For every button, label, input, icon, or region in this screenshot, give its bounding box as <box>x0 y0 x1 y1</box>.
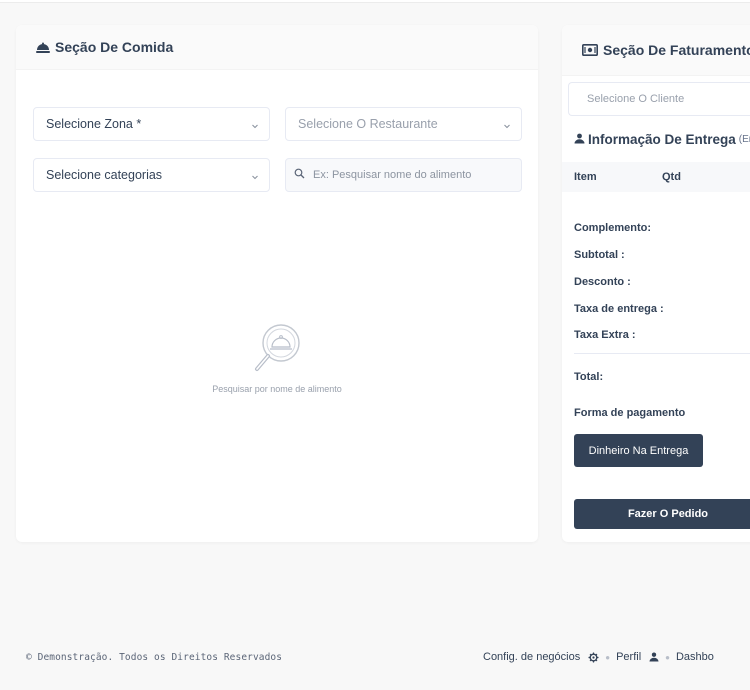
client-select-value: Selecione O Cliente <box>587 93 685 105</box>
summary-divider <box>574 353 750 354</box>
zone-select-value: Selecione Zona * <box>46 117 142 131</box>
food-section-title: Seção De Comida <box>36 39 173 55</box>
delivery-edit-note[interactable]: (En <box>739 134 750 145</box>
discount-label: Desconto : <box>574 276 631 288</box>
empty-state-text: Pesquisar por nome de alimento <box>212 384 342 394</box>
chevron-down-icon <box>251 119 259 133</box>
footer-copyright: © Demonstração. Todos os Direitos Reserv… <box>26 652 283 663</box>
food-section-card: Seção De Comida Selecione Zona * Selecio… <box>16 25 538 542</box>
total-label: Total: <box>574 371 604 383</box>
billing-section-title: Seção De Faturamento <box>582 42 750 58</box>
food-search-input[interactable]: Ex: Pesquisar nome do alimento <box>285 158 522 192</box>
footer-links: Config. de negócios ● Perfil ● Dashbo <box>483 649 714 665</box>
category-select[interactable]: Selecione categorias <box>33 158 270 192</box>
chevron-down-icon <box>251 170 259 184</box>
food-cloche-icon <box>36 41 50 54</box>
category-select-value: Selecione categorias <box>46 168 163 182</box>
food-section-header: Seção De Comida <box>16 25 538 70</box>
subtotal-label: Subtotal : <box>574 249 625 261</box>
footer-separator: ● <box>605 652 611 662</box>
chevron-down-icon <box>503 119 511 133</box>
column-item: Item <box>574 171 597 183</box>
delivery-fee-label: Taxa de entrega : <box>574 303 664 315</box>
column-qty: Qtd <box>662 171 681 183</box>
payment-method-label: Forma de pagamento <box>574 407 686 419</box>
money-icon <box>582 44 598 56</box>
food-search-placeholder: Ex: Pesquisar nome do alimento <box>313 169 472 181</box>
billing-section-card: Seção De Faturamento Selecione O Cliente… <box>562 25 750 542</box>
client-select[interactable]: Selecione O Cliente <box>568 82 750 116</box>
place-order-button[interactable]: Fazer O Pedido <box>574 499 750 529</box>
footer-link-business-settings[interactable]: Config. de negócios <box>483 651 580 663</box>
delivery-info-title: Informação De Entrega (En <box>574 132 750 147</box>
top-bar-edge <box>0 0 750 3</box>
search-icon <box>294 168 305 182</box>
restaurant-select-value: Selecione O Restaurante <box>298 117 438 131</box>
footer-link-profile[interactable]: Perfil <box>616 651 641 663</box>
cart-table-header: Item Qtd <box>562 162 750 192</box>
footer-link-dashboard[interactable]: Dashbo <box>676 651 714 663</box>
search-food-illustration-icon <box>249 324 305 379</box>
complement-label: Complemento: <box>574 222 651 234</box>
user-icon[interactable] <box>649 652 659 662</box>
empty-state: Pesquisar por nome de alimento <box>16 323 538 394</box>
extra-fee-label: Taxa Extra : <box>574 329 636 341</box>
footer-separator: ● <box>665 652 670 662</box>
billing-section-header: Seção De Faturamento <box>562 25 750 76</box>
cash-on-delivery-button[interactable]: Dinheiro Na Entrega <box>574 434 703 467</box>
user-icon <box>574 132 585 147</box>
zone-select[interactable]: Selecione Zona * <box>33 107 270 141</box>
gear-icon[interactable] <box>588 652 599 663</box>
restaurant-select[interactable]: Selecione O Restaurante <box>285 107 522 141</box>
